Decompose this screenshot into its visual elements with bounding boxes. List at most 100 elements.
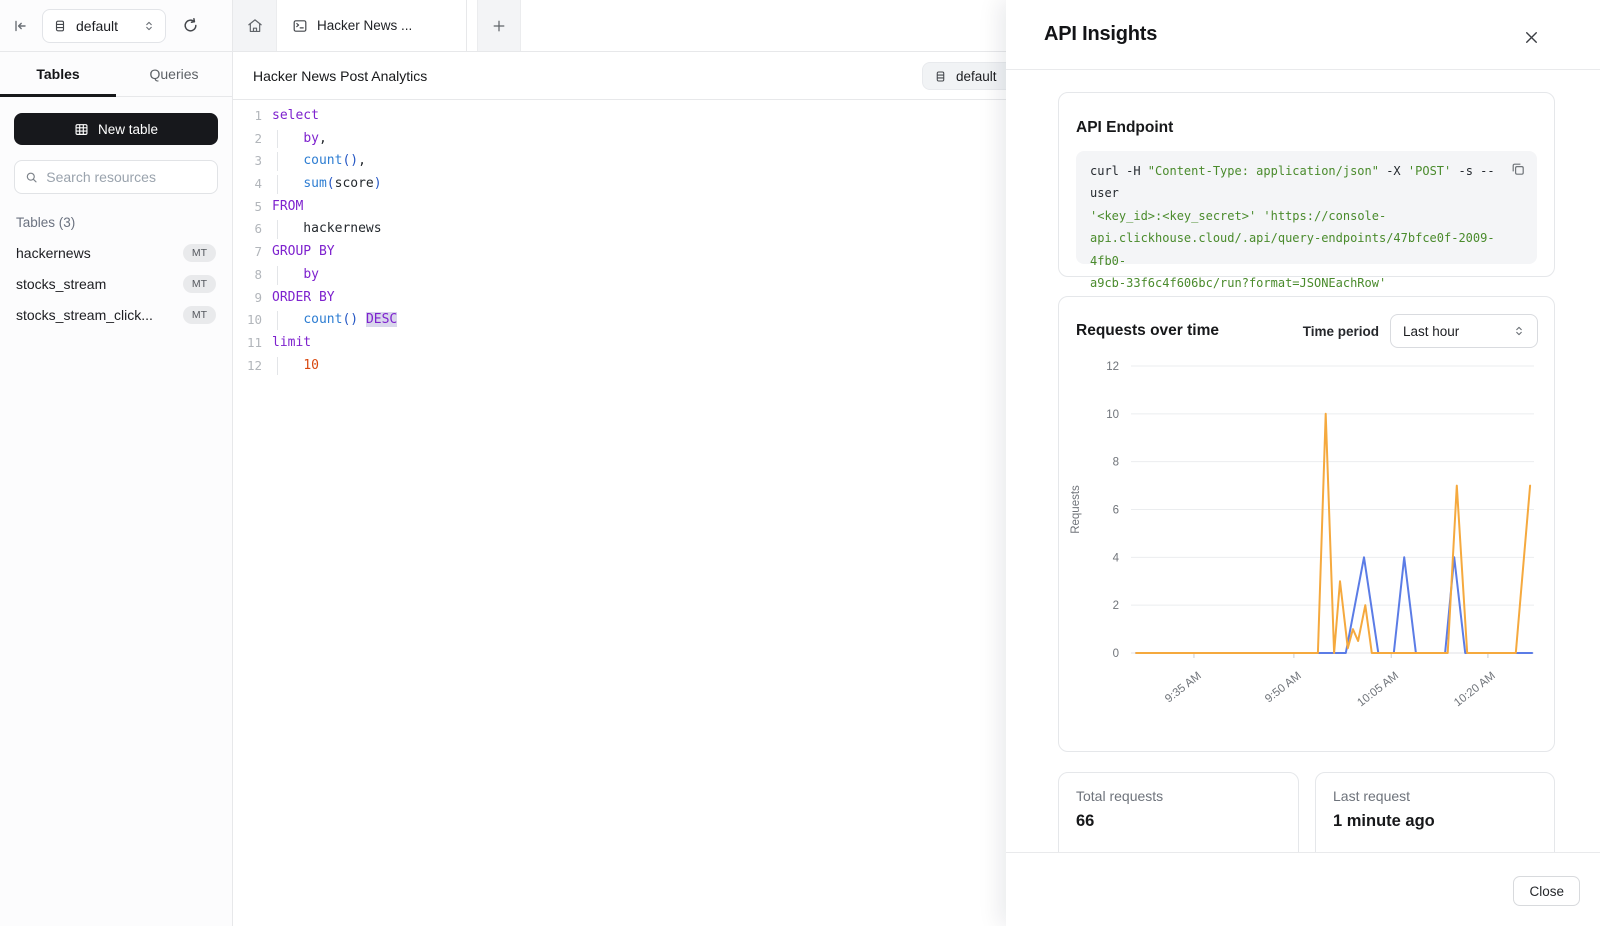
table-engine-badge: MT (183, 306, 216, 324)
chevron-up-down-icon (143, 20, 155, 32)
database-icon (934, 70, 947, 83)
svg-text:9:50 AM: 9:50 AM (1263, 670, 1304, 705)
search-input[interactable] (46, 169, 207, 185)
code-token: hackernews (272, 221, 382, 236)
sidebar-tabs: Tables Queries (0, 52, 232, 97)
tab-title: Hacker News ... (317, 18, 412, 33)
curl-line: a9cb-33f6c4f606bc/run?format=JSONEachRow… (1090, 272, 1497, 294)
line-number: 3 (233, 150, 262, 173)
requests-line-chart: 024681012Requests9:35 AM9:50 AM10:05 AM1… (1059, 297, 1556, 753)
database-selector[interactable]: default (42, 9, 166, 43)
new-table-button[interactable]: New table (14, 113, 218, 145)
table-row[interactable]: stocks_stream MT (14, 268, 218, 299)
line-number: 5 (233, 196, 262, 219)
code-token: , (319, 131, 327, 146)
code-token: DESC (366, 312, 397, 327)
curl-line: '<key_id>:<key_secret>' 'https://console… (1090, 205, 1497, 227)
svg-text:9:35 AM: 9:35 AM (1163, 670, 1204, 705)
api-insights-panel: API Insights API Endpoint curl -H "Conte… (1006, 0, 1600, 926)
chart-series-requests-orange (1136, 414, 1530, 653)
indent-guide (277, 266, 278, 285)
table-engine-badge: MT (183, 244, 216, 262)
code-token: select (272, 108, 319, 123)
copy-button[interactable] (1510, 161, 1526, 177)
code-text: FROM (262, 196, 303, 219)
time-period-select[interactable]: Last hour (1390, 314, 1538, 348)
sidebar-topbar: default (0, 0, 232, 52)
stat-value: 66 (1076, 812, 1281, 831)
svg-text:10:05 AM: 10:05 AM (1355, 670, 1401, 709)
app: default Tables Queries New table Tables … (0, 0, 1600, 926)
indent-guide (277, 357, 278, 376)
sidebar-body: New table Tables (3) hackernewsMTstocks_… (0, 97, 232, 346)
api-endpoint-title: API Endpoint (1076, 119, 1537, 137)
code-text: hackernews (262, 218, 382, 241)
tables-list: hackernewsMTstocks_streamMTstocks_stream… (14, 237, 218, 330)
terminal-icon (292, 18, 308, 34)
code-token: () (342, 312, 358, 327)
close-panel-button[interactable] (1520, 26, 1542, 48)
code-token: limit (272, 335, 311, 350)
curl-command: curl -H "Content-Type: application/json"… (1090, 160, 1497, 294)
code-text: 10 (262, 355, 319, 378)
tab-queries[interactable]: Queries (116, 52, 232, 96)
curl-line: api.clickhouse.cloud/.api/query-endpoint… (1090, 227, 1497, 272)
svg-text:8: 8 (1113, 457, 1119, 469)
panel-footer: Close (1006, 852, 1600, 926)
search-box[interactable] (14, 160, 218, 194)
code-token (358, 312, 366, 327)
code-token: count (303, 312, 342, 327)
refresh-button[interactable] (182, 17, 199, 34)
line-number: 8 (233, 264, 262, 287)
line-number: 11 (233, 332, 262, 355)
chevron-up-down-icon (1513, 325, 1525, 337)
code-token: 10 (303, 358, 319, 373)
svg-text:6: 6 (1113, 505, 1119, 517)
table-name: stocks_stream_click... (16, 307, 153, 323)
close-icon (1523, 29, 1540, 46)
indent-guide (277, 175, 278, 194)
table-name: stocks_stream (16, 276, 106, 292)
line-number: 12 (233, 355, 262, 378)
tab-hacker-news[interactable]: Hacker News ... (277, 0, 467, 51)
requests-chart-card: Requests over time Time period Last hour… (1058, 296, 1555, 752)
query-title: Hacker News Post Analytics (253, 68, 427, 84)
code-token: ORDER BY (272, 290, 335, 305)
code-token: GROUP BY (272, 244, 335, 259)
time-period-value: Last hour (1403, 324, 1459, 339)
svg-text:4: 4 (1113, 552, 1120, 564)
sidebar: default Tables Queries New table Tables … (0, 0, 233, 926)
tab-tables[interactable]: Tables (0, 52, 116, 96)
new-tab-button[interactable] (477, 0, 521, 51)
collapse-left-icon (12, 18, 28, 34)
table-grid-icon (74, 122, 89, 137)
code-text: by, (262, 128, 327, 151)
code-text: count(), (262, 150, 366, 173)
editor-database-value: default (956, 69, 997, 84)
panel-content: API Endpoint curl -H "Content-Type: appl… (1006, 70, 1600, 852)
table-engine-badge: MT (183, 275, 216, 293)
collapse-sidebar-button[interactable] (12, 18, 28, 34)
line-number: 10 (233, 309, 262, 332)
table-row[interactable]: hackernewsMT (14, 237, 218, 268)
plus-icon (492, 19, 506, 33)
close-button[interactable]: Close (1513, 876, 1580, 906)
line-number: 7 (233, 241, 262, 264)
indent-guide (277, 220, 278, 239)
stats-row: Total requests66Last request1 minute ago (1058, 772, 1555, 852)
line-number: 9 (233, 287, 262, 310)
curl-command-block: curl -H "Content-Type: application/json"… (1076, 151, 1537, 264)
code-text: sum(score) (262, 173, 382, 196)
indent-guide (277, 152, 278, 171)
line-number: 1 (233, 105, 262, 128)
indent-guide (277, 311, 278, 330)
chart-header: Requests over time Time period Last hour (1076, 314, 1538, 348)
home-button[interactable] (233, 0, 277, 51)
time-period-label: Time period (1303, 324, 1379, 339)
chart-title: Requests over time (1076, 322, 1219, 340)
svg-text:2: 2 (1113, 600, 1119, 612)
svg-text:10:20 AM: 10:20 AM (1452, 670, 1498, 709)
curl-line: curl -H "Content-Type: application/json"… (1090, 160, 1497, 205)
table-row[interactable]: stocks_stream_click... MT (14, 299, 218, 330)
svg-text:Requests: Requests (1070, 485, 1082, 534)
